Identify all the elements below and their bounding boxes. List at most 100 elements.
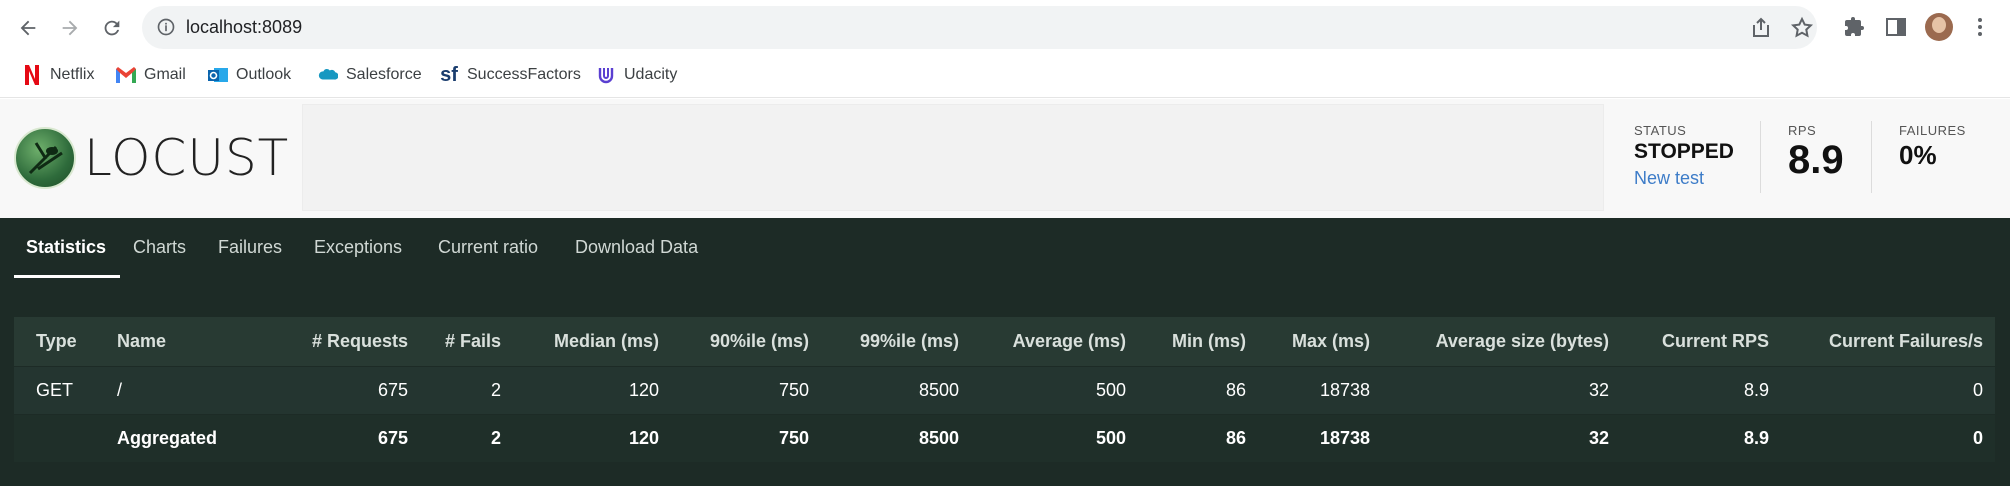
cell-max: 18738 [1319, 380, 1370, 400]
cell-max: 18738 [1319, 428, 1370, 448]
bookmark-label: Salesforce [346, 66, 422, 83]
outlook-icon [208, 65, 228, 85]
bookmark-udacity[interactable]: Udacity [596, 63, 677, 87]
rps-block: RPS 8.9 [1788, 123, 1844, 183]
cell-name: / [117, 380, 123, 400]
tab-current-ratio[interactable]: Current ratio [438, 237, 538, 258]
rps-label: RPS [1788, 123, 1817, 138]
divider [1760, 121, 1761, 193]
app-header: LOCUST STATUS STOPPED New test RPS 8.9 F… [0, 99, 2010, 218]
column-header[interactable]: Min (ms) [1172, 317, 1246, 366]
table-row: GET / 675 2 120 750 8500 500 86 18738 32… [14, 367, 1995, 415]
tab-charts[interactable]: Charts [133, 237, 186, 258]
column-header[interactable]: 99%ile (ms) [860, 317, 959, 366]
extensions-icon[interactable] [1842, 15, 1866, 39]
tab-exceptions[interactable]: Exceptions [314, 237, 402, 258]
cell-min: 86 [1225, 428, 1246, 448]
bookmark-label: Udacity [624, 66, 678, 83]
salesforce-icon [318, 65, 338, 85]
menu-dots-icon[interactable] [1968, 15, 1992, 39]
tab-bar: Statistics Charts Failures Exceptions Cu… [0, 218, 2010, 278]
share-icon[interactable] [1749, 16, 1773, 40]
bookmark-label: Gmail [144, 66, 186, 83]
cell-name: Aggregated [117, 428, 218, 448]
side-panel-icon[interactable] [1884, 15, 1908, 39]
column-header[interactable]: # Fails [445, 317, 501, 366]
cell-p99: 8500 [918, 428, 959, 448]
bookmark-label: SuccessFactors [467, 66, 581, 83]
failures-label: FAILURES [1899, 123, 1966, 138]
cell-min: 86 [1225, 380, 1246, 400]
statistics-table: Type Name # Requests # Fails Median (ms)… [14, 317, 1995, 463]
cell-fails: 2 [490, 380, 501, 400]
column-header[interactable]: Name [117, 317, 166, 366]
address-bar[interactable]: localhost:8089 [142, 6, 1817, 49]
column-header[interactable]: Current Failures/s [1829, 317, 1983, 366]
cell-fails: 2 [490, 428, 501, 448]
cell-type: GET [36, 380, 74, 400]
active-tab-indicator [14, 275, 120, 278]
cell-p90: 750 [778, 380, 809, 400]
arrow-left-icon [20, 20, 36, 36]
bookmarks-bar: Netflix Gmail Outlook Salesforce sf Succ… [0, 54, 2010, 98]
rps-value: 8.9 [1788, 138, 1844, 182]
locust-logo-icon [14, 127, 76, 189]
cell-current-failures: 0 [1972, 428, 1983, 448]
info-icon[interactable] [156, 17, 176, 37]
forward-button[interactable] [53, 11, 87, 45]
cell-current-rps: 8.9 [1743, 428, 1769, 448]
cell-p90: 750 [778, 428, 809, 448]
column-header[interactable]: Average size (bytes) [1436, 317, 1609, 366]
tab-statistics[interactable]: Statistics [26, 237, 106, 258]
bookmark-netflix[interactable]: Netflix [22, 63, 94, 87]
column-header[interactable]: Current RPS [1662, 317, 1769, 366]
cell-avg-size: 32 [1588, 380, 1609, 400]
star-icon[interactable] [1790, 16, 1814, 40]
divider [1871, 121, 1872, 193]
table-row-aggregated: Aggregated 675 2 120 750 8500 500 86 187… [14, 415, 1995, 463]
status-value: STOPPED [1634, 140, 1734, 163]
successfactors-icon: sf [440, 63, 458, 86]
column-header[interactable]: Average (ms) [1013, 317, 1126, 366]
table-header-row: Type Name # Requests # Fails Median (ms)… [14, 317, 1995, 367]
cell-current-rps: 8.9 [1743, 380, 1769, 400]
udacity-icon [596, 65, 616, 85]
bookmark-successfactors[interactable]: sf SuccessFactors [439, 63, 581, 87]
column-header[interactable]: Max (ms) [1292, 317, 1370, 366]
column-header[interactable]: # Requests [312, 317, 408, 366]
cell-average: 500 [1095, 428, 1126, 448]
main-panel: Statistics Charts Failures Exceptions Cu… [0, 218, 2010, 486]
failures-block: FAILURES 0% [1899, 123, 1966, 171]
gmail-icon [116, 65, 136, 85]
cell-requests: 675 [377, 428, 408, 448]
logo-text: LOCUST [84, 129, 290, 187]
profile-avatar[interactable] [1925, 13, 1953, 41]
cell-current-failures: 0 [1972, 380, 1983, 400]
back-button[interactable] [11, 11, 45, 45]
tab-download-data[interactable]: Download Data [575, 237, 698, 258]
column-header[interactable]: Type [36, 317, 77, 366]
cell-p99: 8500 [918, 380, 959, 400]
reload-button[interactable] [95, 11, 129, 45]
tab-failures[interactable]: Failures [218, 237, 282, 258]
cell-average: 500 [1095, 380, 1126, 400]
status-label: STATUS [1634, 123, 1687, 138]
reload-icon [104, 20, 120, 36]
cell-median: 120 [628, 380, 659, 400]
bookmark-gmail[interactable]: Gmail [116, 63, 186, 87]
cell-avg-size: 32 [1588, 428, 1609, 448]
cell-requests: 675 [377, 380, 408, 400]
bookmark-outlook[interactable]: Outlook [208, 63, 291, 87]
netflix-icon [22, 65, 42, 85]
bookmark-salesforce[interactable]: Salesforce [318, 63, 422, 87]
column-header[interactable]: 90%ile (ms) [710, 317, 809, 366]
url-text: localhost:8089 [186, 17, 303, 37]
bookmark-label: Outlook [236, 66, 292, 83]
browser-toolbar: localhost:8089 [0, 0, 2010, 54]
status-block: STATUS STOPPED New test [1634, 123, 1734, 189]
column-header[interactable]: Median (ms) [554, 317, 659, 366]
new-test-link[interactable]: New test [1634, 168, 1734, 189]
failures-value: 0% [1899, 140, 1937, 170]
arrow-right-icon [62, 20, 78, 36]
bookmark-label: Netflix [50, 66, 95, 83]
